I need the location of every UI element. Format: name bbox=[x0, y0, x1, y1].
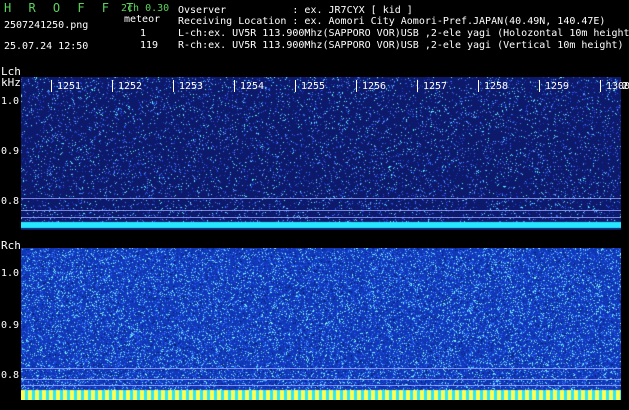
lch-unit: kHz bbox=[1, 76, 21, 89]
rch-spectrogram bbox=[21, 248, 621, 400]
rch-gridline bbox=[21, 368, 621, 369]
rch-ytick: 1.0 bbox=[1, 268, 20, 279]
xaxis-tick-label: 1253 bbox=[179, 81, 204, 92]
version-label: 2ch 0.30 bbox=[121, 3, 170, 14]
xaxis-tick-label: 1256 bbox=[362, 81, 387, 92]
rch-ytick: 0.9 bbox=[1, 320, 20, 331]
meteor-label: meteor bbox=[124, 14, 161, 25]
observer-line: Ovserver : ex. JR7CYX [ kid ] bbox=[178, 5, 413, 16]
xaxis-tick-mark bbox=[234, 80, 235, 92]
rch-meteor-count: 119 bbox=[140, 40, 159, 51]
xaxis-tick-label: 1252 bbox=[118, 81, 143, 92]
rch-label: Rch bbox=[1, 239, 21, 252]
xaxis-tick-label: 1257 bbox=[423, 81, 448, 92]
xaxis-tick-mark bbox=[417, 80, 418, 92]
lch-ytick: 1.0 bbox=[1, 96, 20, 107]
xaxis-tick-mark bbox=[51, 80, 52, 92]
xaxis-tick-label: 1251 bbox=[57, 81, 82, 92]
xaxis-tick-mark bbox=[356, 80, 357, 92]
xaxis-end-fragment: 2 bbox=[622, 81, 629, 92]
location-line: Receiving Location : ex. Aomori City Aom… bbox=[178, 16, 606, 27]
xaxis-tick-label: 1254 bbox=[240, 81, 265, 92]
lch-gridline bbox=[21, 210, 621, 211]
datetime: 25.07.24 12:50 bbox=[4, 41, 89, 52]
lch-meteor-count: 1 bbox=[140, 28, 147, 39]
xaxis-tick-mark bbox=[600, 80, 601, 92]
app-title: H R O F F T bbox=[4, 1, 139, 15]
rch-info-line: R-ch:ex. UV5R 113.900Mhz(SAPPORO VOR)USB… bbox=[178, 40, 624, 51]
xaxis-tick-mark bbox=[112, 80, 113, 92]
rch-gridline bbox=[21, 385, 621, 386]
xaxis-tick-mark bbox=[539, 80, 540, 92]
xaxis-tick-label: 1255 bbox=[301, 81, 326, 92]
xaxis-tick-mark bbox=[173, 80, 174, 92]
lch-gridline bbox=[21, 198, 621, 199]
lch-info-line: L-ch:ex. UV5R 113.900Mhz(SAPPORO VOR)USB… bbox=[178, 28, 629, 39]
lch-gridline bbox=[21, 217, 621, 218]
lch-ytick: 0.8 bbox=[1, 196, 20, 207]
xaxis-tick-label: 1259 bbox=[545, 81, 570, 92]
lch-ytick: 0.9 bbox=[1, 146, 20, 157]
lch-spectrogram bbox=[21, 77, 621, 230]
filename: 2507241250.png bbox=[4, 20, 89, 31]
xaxis-tick-label: 1258 bbox=[484, 81, 509, 92]
xaxis-tick-mark bbox=[478, 80, 479, 92]
rch-gridline bbox=[21, 379, 621, 380]
rch-ytick: 0.8 bbox=[1, 370, 20, 381]
xaxis-tick-mark bbox=[295, 80, 296, 92]
